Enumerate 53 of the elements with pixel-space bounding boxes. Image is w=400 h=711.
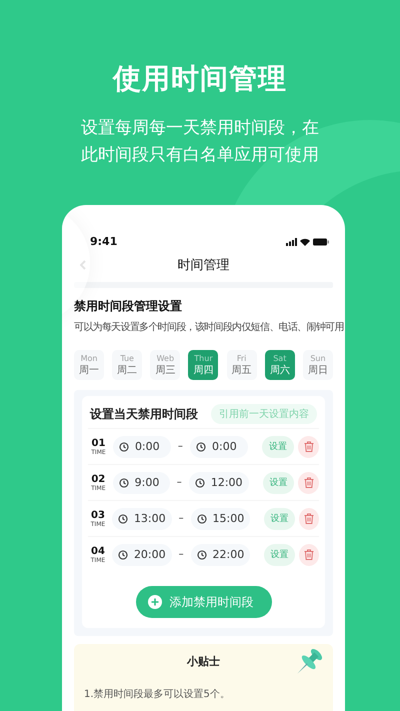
- end-time-field[interactable]: 15:00: [190, 508, 250, 530]
- slot-number: 02: [91, 474, 106, 484]
- delete-button[interactable]: [298, 472, 319, 494]
- slot-number: 01: [92, 438, 106, 448]
- tip-text: 1.禁用时间段最多可以设置5个。: [84, 688, 230, 701]
- clock-icon: [196, 514, 207, 524]
- delete-button[interactable]: [299, 544, 319, 566]
- day-tab[interactable]: Mon 周一: [74, 350, 104, 380]
- end-time-field[interactable]: 0:00: [190, 436, 248, 458]
- clock-icon: [118, 514, 128, 524]
- slot-number: 04: [91, 546, 105, 556]
- card-title: 设置当天禁用时间段: [90, 406, 198, 422]
- range-dash: –: [178, 513, 185, 524]
- start-time-field[interactable]: 0:00: [112, 436, 171, 458]
- delete-button[interactable]: [298, 436, 319, 458]
- trash-icon: [304, 477, 314, 488]
- range-dash: –: [176, 441, 184, 452]
- range-dash: –: [176, 477, 183, 488]
- delete-button[interactable]: [299, 508, 319, 530]
- battery-icon: [313, 238, 329, 246]
- clock-icon: [118, 478, 129, 488]
- section-description: 可以为每天设置多个时间段，该时间段内仅短信、电话、闹钟可用: [74, 320, 344, 334]
- end-time-field[interactable]: 22:00: [190, 544, 250, 566]
- end-time-field[interactable]: 12:00: [188, 472, 249, 494]
- signal-icon: [286, 238, 297, 246]
- trash-icon: [304, 441, 314, 452]
- status-time: 9:41: [90, 235, 118, 248]
- tips-title: 小贴士: [186, 654, 221, 669]
- clock-icon: [194, 478, 205, 488]
- clock-icon: [196, 550, 207, 560]
- start-time-field[interactable]: 9:00: [112, 472, 170, 494]
- day-tab[interactable]: Sun 周日: [302, 350, 333, 380]
- day-tab[interactable]: Sat 周六: [264, 350, 295, 380]
- clock-icon: [118, 550, 128, 560]
- section-title: 禁用时间段管理设置: [74, 298, 182, 315]
- trash-icon: [304, 549, 314, 560]
- trash-icon: [304, 513, 314, 524]
- slot-number: 03: [91, 510, 105, 520]
- range-dash: –: [178, 549, 185, 560]
- start-time-field[interactable]: 13:00: [112, 508, 172, 530]
- subtitle-text: 设置每周每一天禁用时间段，在: [81, 117, 319, 140]
- plus-icon: [148, 595, 162, 609]
- day-tab[interactable]: Thur 周四: [188, 350, 218, 380]
- subtitle-text: 此时间段只有白名单应用可使用: [81, 144, 319, 167]
- wifi-icon: [300, 238, 310, 246]
- start-time-field[interactable]: 20:00: [112, 544, 172, 566]
- clock-icon: [196, 442, 206, 452]
- page-title: 时间管理: [178, 257, 230, 274]
- headline: 使用时间管理: [113, 62, 287, 96]
- clock-icon: [118, 442, 129, 452]
- day-tab[interactable]: Web 周三: [150, 350, 180, 380]
- day-tab[interactable]: Tue 周二: [112, 350, 142, 380]
- day-tab[interactable]: Fri 周五: [226, 350, 257, 380]
